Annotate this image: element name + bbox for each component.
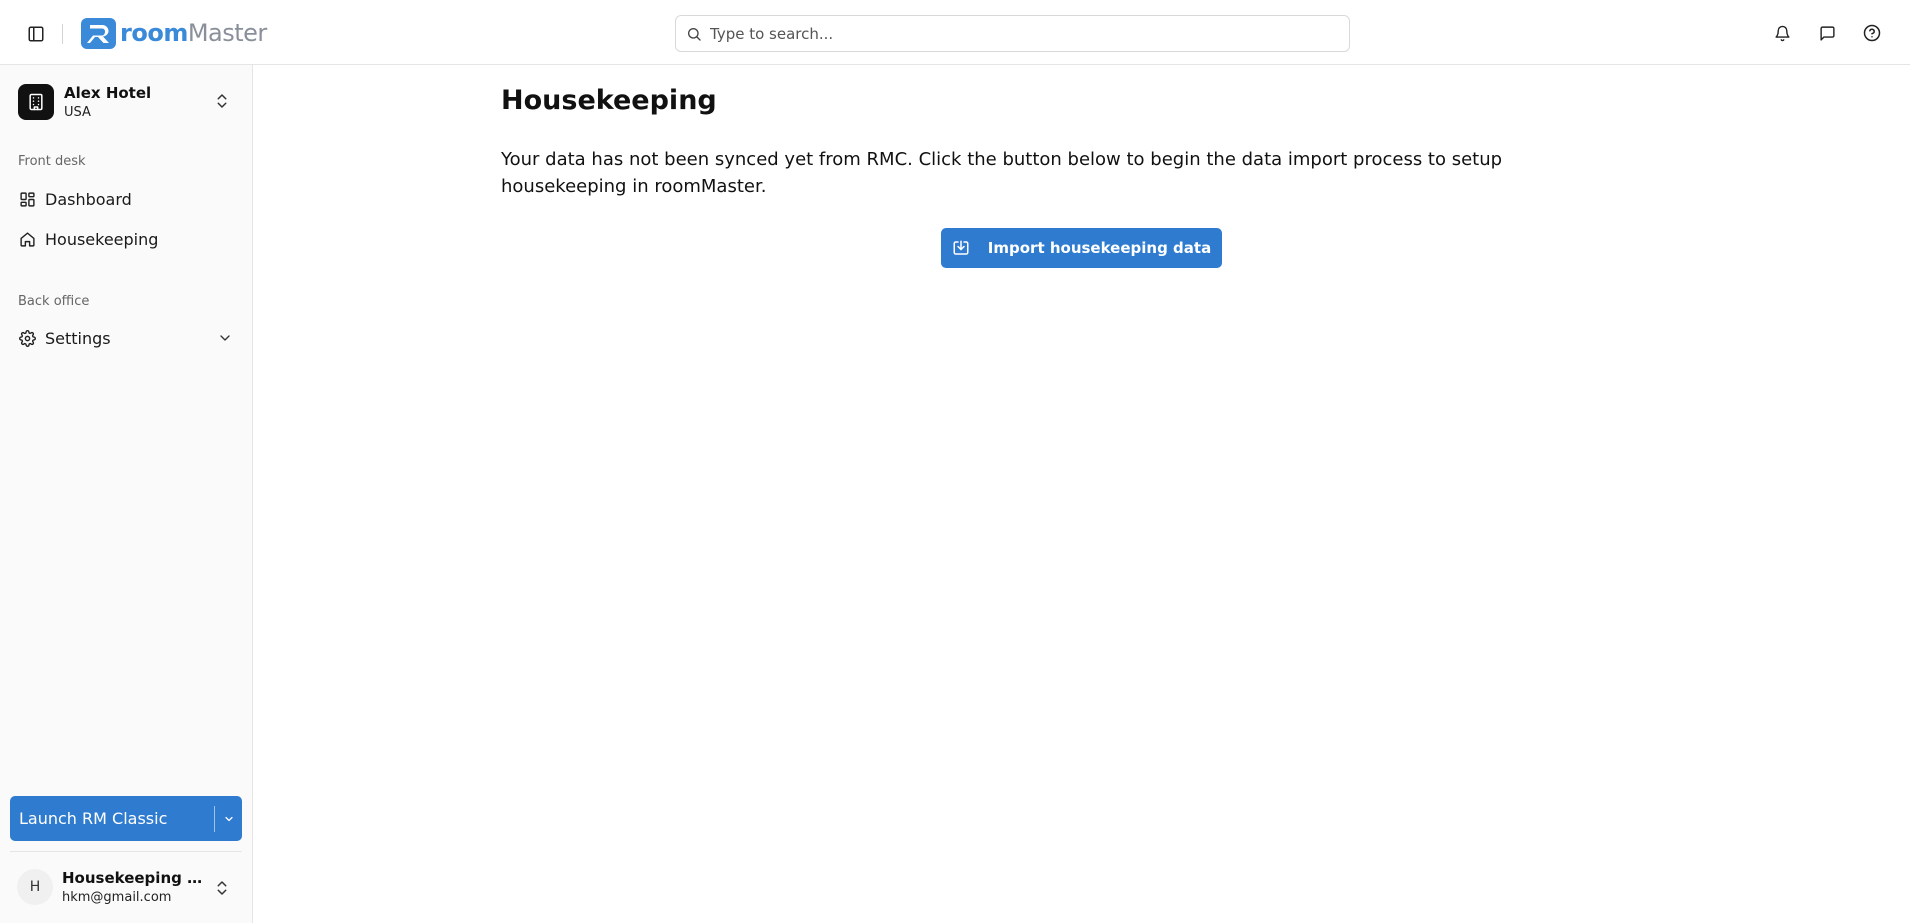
hotel-country: USA xyxy=(64,105,91,120)
gear-icon xyxy=(18,329,36,347)
top-bar: roomMaster xyxy=(0,0,1910,65)
search-bar[interactable] xyxy=(675,15,1350,52)
sidebar-item-label: Dashboard xyxy=(45,189,132,209)
chevron-down-icon xyxy=(220,335,230,341)
dashboard-icon xyxy=(18,190,36,208)
sync-message: Your data has not been synced yet from R… xyxy=(501,149,1503,197)
chevrons-up-down-icon xyxy=(217,881,227,895)
sidebar: Alex Hotel USA Front desk Dashboard Hous… xyxy=(0,65,253,923)
launch-rm-classic: Launch RM Classic xyxy=(10,796,242,841)
launch-dropdown-button[interactable] xyxy=(215,796,242,841)
page-title: Housekeeping xyxy=(501,85,717,116)
home-icon xyxy=(18,230,36,248)
section-label-front-desk: Front desk xyxy=(18,154,86,169)
roommaster-logo-icon xyxy=(81,17,116,49)
avatar: H xyxy=(17,869,53,905)
hotel-info: Alex Hotel USA xyxy=(64,84,151,120)
topbar-divider xyxy=(62,24,63,44)
sidebar-toggle-icon[interactable] xyxy=(22,22,50,46)
sidebar-item-label: Settings xyxy=(45,328,111,348)
bell-icon[interactable] xyxy=(1769,20,1795,46)
chevrons-up-down-icon xyxy=(217,94,227,108)
chevron-down-icon xyxy=(224,816,233,821)
sidebar-item-settings[interactable]: Settings xyxy=(10,321,243,355)
user-divider xyxy=(10,851,242,852)
user-email: hkm@gmail.com xyxy=(62,890,172,905)
brand-name: roomMaster xyxy=(120,19,267,47)
user-switcher[interactable]: H Housekeeping Manager hkm@gmail.com xyxy=(10,862,243,912)
user-name: Housekeeping Manager xyxy=(62,869,204,887)
hotel-name: Alex Hotel xyxy=(64,84,152,102)
message-square-icon[interactable] xyxy=(1814,20,1840,46)
import-icon xyxy=(952,239,970,257)
import-button-label: Import housekeeping data xyxy=(987,239,1212,257)
import-housekeeping-button[interactable]: Import housekeeping data xyxy=(941,228,1222,268)
help-circle-icon[interactable] xyxy=(1859,20,1885,46)
user-info: Housekeeping Manager hkm@gmail.com xyxy=(62,869,204,905)
search-input[interactable] xyxy=(710,18,1330,49)
sidebar-item-housekeeping[interactable]: Housekeeping xyxy=(10,222,243,256)
hotel-switcher[interactable]: Alex Hotel USA xyxy=(10,75,243,129)
section-label-back-office: Back office xyxy=(18,294,90,309)
sidebar-item-dashboard[interactable]: Dashboard xyxy=(10,182,243,216)
building-icon xyxy=(18,84,54,120)
sidebar-item-label: Housekeeping xyxy=(45,229,159,249)
launch-rm-classic-button[interactable]: Launch RM Classic xyxy=(10,796,214,841)
search-icon xyxy=(688,27,701,41)
brand-logo[interactable]: roomMaster xyxy=(81,16,267,50)
